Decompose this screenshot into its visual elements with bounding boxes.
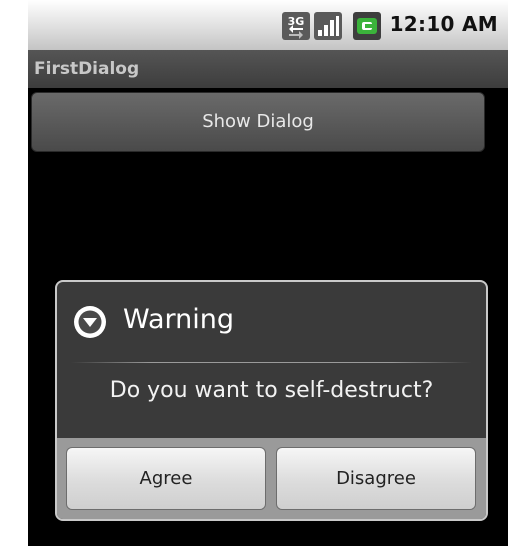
show-dialog-button[interactable]: Show Dialog — [31, 92, 485, 152]
disagree-button[interactable]: Disagree — [276, 447, 476, 510]
network-badge-text: 3G — [288, 15, 305, 28]
dialog-divider — [71, 362, 472, 363]
dialog-button-bar: Agree Disagree — [57, 438, 486, 519]
warning-icon — [74, 306, 106, 338]
battery-charging-icon — [353, 12, 381, 40]
agree-label: Agree — [139, 468, 193, 489]
status-clock: 12:10 AM — [389, 12, 498, 36]
alert-dialog: Warning Do you want to self-destruct? Ag… — [55, 280, 488, 521]
app-title: FirstDialog — [34, 59, 140, 79]
status-bar: 3G 12:10 AM — [28, 0, 508, 50]
phone-screen: 3G 12:10 AM FirstDialog Show Dialog Warn… — [28, 0, 508, 546]
3g-icon: 3G — [282, 12, 310, 40]
dialog-title: Warning — [123, 304, 235, 335]
agree-button[interactable]: Agree — [66, 447, 266, 510]
app-title-bar: FirstDialog — [28, 50, 508, 88]
signal-icon — [314, 12, 342, 40]
dialog-header: Warning — [57, 282, 486, 362]
dialog-message: Do you want to self-destruct? — [109, 378, 434, 403]
show-dialog-label: Show Dialog — [202, 111, 314, 132]
disagree-label: Disagree — [336, 468, 416, 489]
